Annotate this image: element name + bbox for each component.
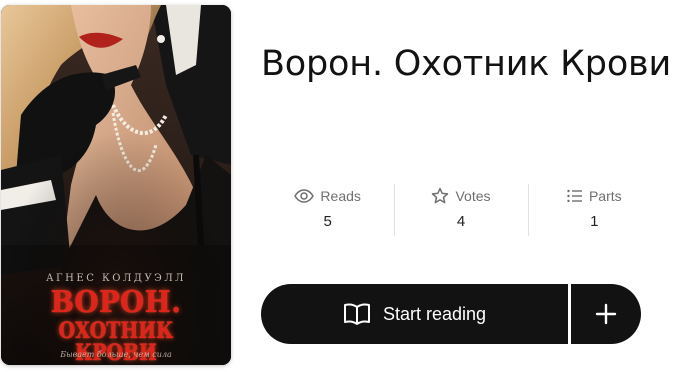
cover-tagline: Бывает больше, чем сила [60,350,172,359]
eye-icon [294,189,315,203]
cover-title-line1: ВОРОН. [50,285,182,320]
start-reading-label: Start reading [382,303,487,324]
stat-parts-value: 1 [590,213,599,230]
plus-icon [595,303,617,325]
book-cover[interactable]: АГНЕС КОЛДУЭЛЛ ВОРОН. ОХОТНИК КРОВИ Быва… [1,5,231,365]
stat-parts-label: Parts [588,188,622,204]
stat-reads-label: Reads [320,188,361,204]
story-stats: Reads 5 Votes 4 Parts 1 [261,184,661,236]
stat-reads-value: 5 [323,213,332,230]
cover-author: АГНЕС КОЛДУЭЛЛ [45,273,187,284]
stat-votes-value: 4 [456,213,466,230]
stat-reads: Reads 5 [261,184,394,236]
story-page: АГНЕС КОЛДУЭЛЛ ВОРОН. ОХОТНИК КРОВИ Быва… [0,0,676,372]
open-book-icon [343,302,371,326]
stat-votes-label: Votes [455,188,491,204]
story-title: Ворон. Охотник Крови [261,44,672,84]
star-icon [431,187,449,205]
add-to-library-button[interactable] [571,284,641,344]
stat-votes: Votes 4 [394,184,527,236]
start-reading-button[interactable]: Start reading [261,284,568,344]
list-icon [567,189,583,203]
story-actions: Start reading [261,284,641,344]
stat-parts: Parts 1 [527,184,661,236]
